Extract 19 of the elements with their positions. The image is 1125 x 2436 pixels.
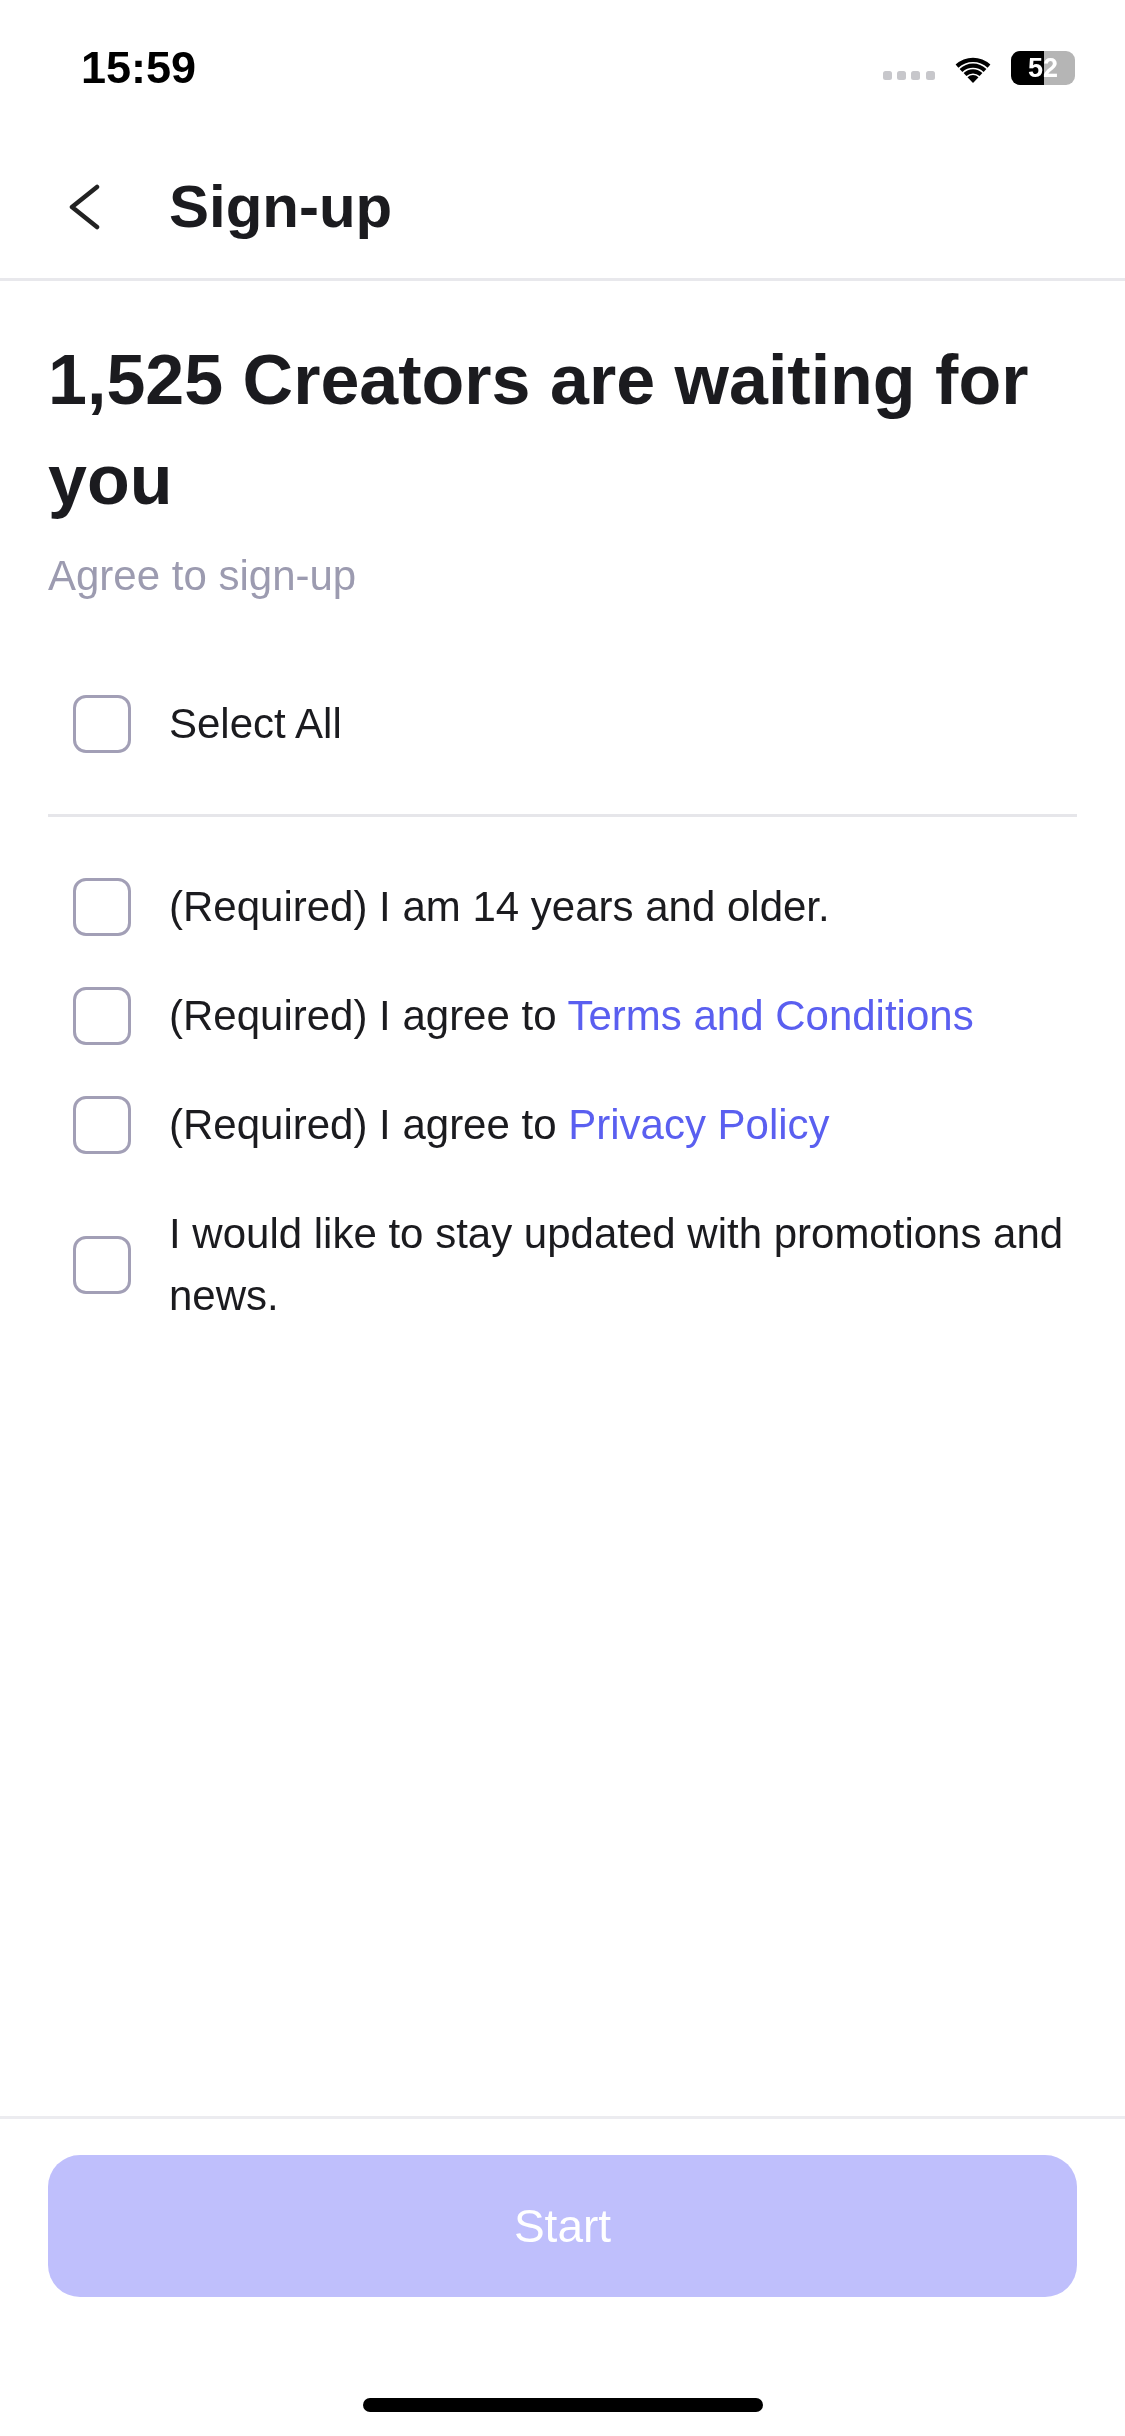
agreement-text: (Required) I agree to Privacy Policy xyxy=(169,1100,830,1150)
heading-title: 1,525 Creators are waiting for you xyxy=(48,340,1030,521)
agreement-checkbox[interactable] xyxy=(73,987,131,1045)
back-icon xyxy=(67,184,101,230)
agreement-checkbox[interactable] xyxy=(73,1236,131,1294)
select-all-checkbox[interactable] xyxy=(73,695,131,753)
agreement-text: I would like to stay updated with promotions and news. xyxy=(169,1209,1065,1321)
page-title: Sign-up xyxy=(169,172,393,242)
agreement-text: (Required) I agree to Terms and Conditions xyxy=(169,991,974,1041)
document-link[interactable]: Privacy Policy xyxy=(568,1101,830,1148)
signal-icon xyxy=(883,70,935,80)
heading-subtitle: Agree to sign-up xyxy=(48,551,358,601)
select-all-label[interactable]: Select All xyxy=(169,693,342,755)
agreement-checkbox[interactable] xyxy=(73,878,131,936)
status-time: 15:59 xyxy=(81,42,197,94)
agreement-checkbox[interactable] xyxy=(73,1096,131,1154)
agreement-text: (Required) I am 14 years and older. xyxy=(169,882,830,932)
document-link[interactable]: Terms and Conditions xyxy=(567,992,974,1039)
back-button[interactable] xyxy=(67,184,101,230)
